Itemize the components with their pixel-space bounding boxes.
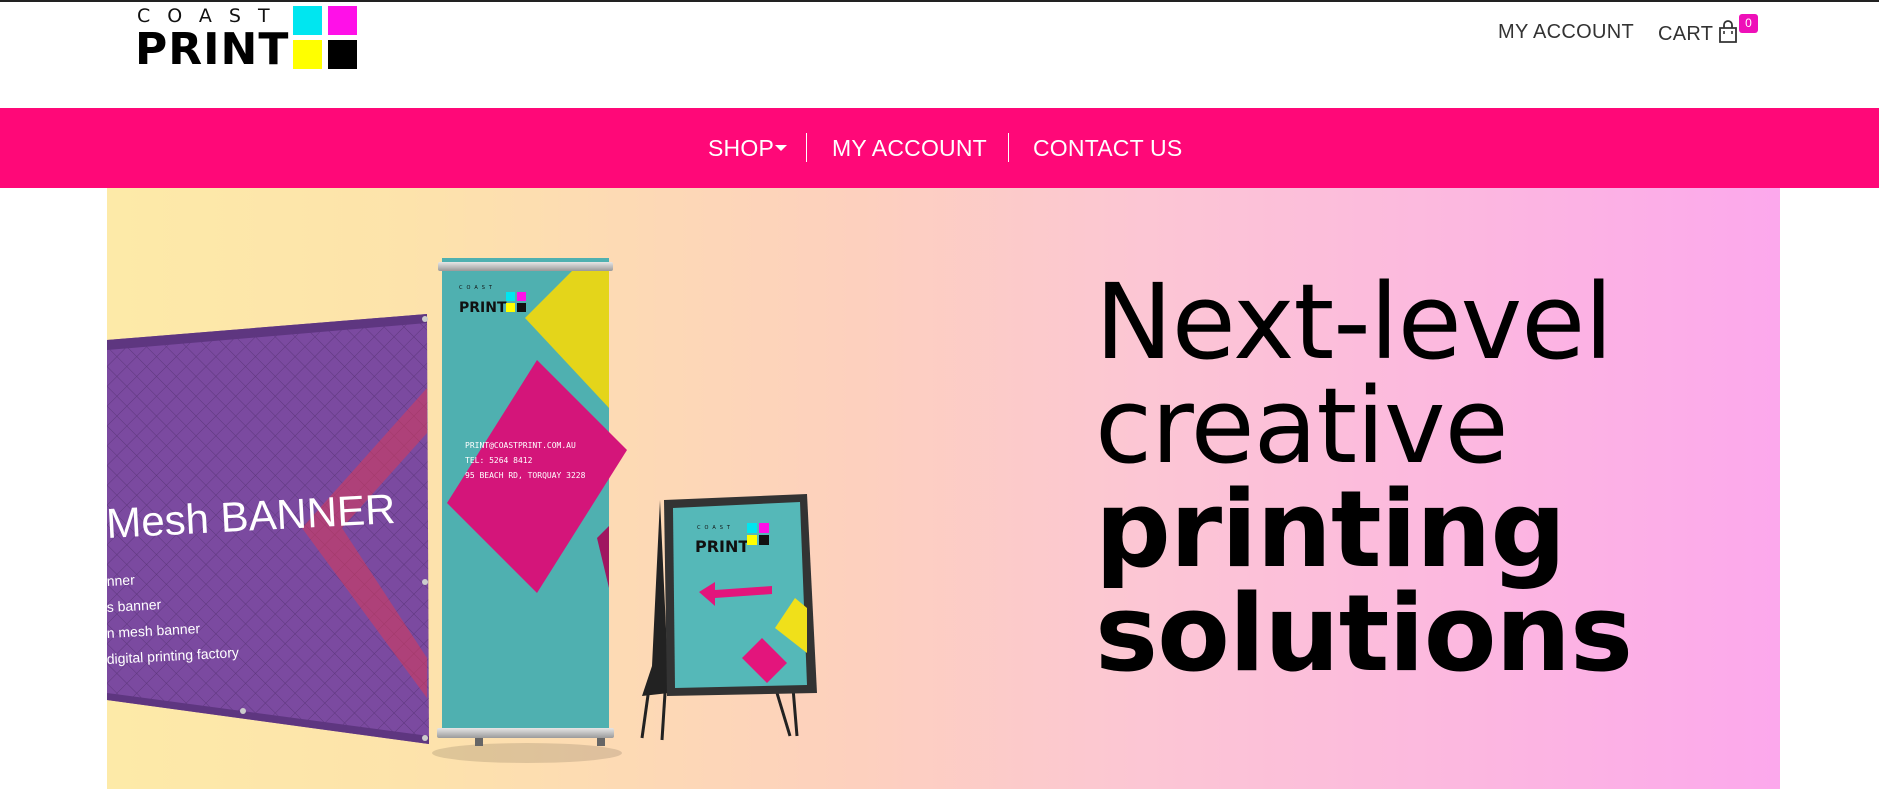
pullup-email: PRINT@COASTPRINT.COM.AU	[465, 441, 576, 450]
pullup-address: 95 BEACH RD, TORQUAY 3228	[465, 471, 586, 480]
nav-my-account[interactable]: MY ACCOUNT	[832, 133, 987, 163]
hero-headline: Next-level creative printing solutions	[1095, 261, 1735, 695]
pullup-logo-main: PRINT	[459, 300, 507, 316]
main-nav: SHOP MY ACCOUNT CONTACT US	[0, 108, 1879, 188]
logo-black-square	[328, 40, 357, 69]
headline-line-3: printing	[1095, 468, 1566, 591]
hero-banner: Mesh BANNER nner s banner n mesh banner …	[107, 188, 1780, 789]
logo-cyan-square	[293, 6, 322, 35]
banner-line: nner	[107, 572, 135, 589]
headline-line-1: Next-level	[1095, 261, 1613, 383]
cart-count-badge: 0	[1739, 14, 1758, 33]
a-frame-sign: COAST PRINT	[640, 494, 817, 741]
headline-line-4: solutions	[1095, 572, 1633, 695]
nav-contact-us[interactable]: CONTACT US	[1033, 133, 1182, 163]
nav-shop[interactable]: SHOP	[708, 133, 774, 163]
sign-logo-top: COAST	[697, 525, 734, 531]
hero-product-image: Mesh BANNER nner s banner n mesh banner …	[107, 258, 817, 763]
nav-divider	[806, 133, 807, 162]
header-cart-link[interactable]: CART	[1658, 23, 1713, 46]
chevron-down-icon[interactable]	[775, 145, 787, 151]
headline-line-2: creative	[1095, 365, 1509, 487]
mesh-banner: Mesh BANNER nner s banner n mesh banner …	[107, 314, 429, 744]
logo-magenta-square	[328, 6, 357, 35]
site-logo[interactable]: COAST PRINT	[135, 5, 367, 75]
logo-top-text: COAST	[137, 5, 287, 27]
top-border	[0, 0, 1879, 2]
pullup-banner: COAST PRINT PRINT@COASTPRINT.COM.AU TEL:…	[432, 258, 627, 763]
header-my-account-link[interactable]: MY ACCOUNT	[1498, 21, 1634, 44]
pullup-logo-top: COAST	[459, 285, 496, 291]
logo-main-text: PRINT	[135, 24, 290, 75]
banner-line: s banner	[107, 596, 162, 615]
sign-logo-main: PRINT	[695, 537, 749, 556]
logo-yellow-square	[293, 40, 322, 69]
shopping-bag-icon[interactable]	[1718, 20, 1738, 44]
pullup-tel: TEL: 5264 8412	[465, 456, 533, 465]
nav-divider	[1008, 133, 1009, 162]
